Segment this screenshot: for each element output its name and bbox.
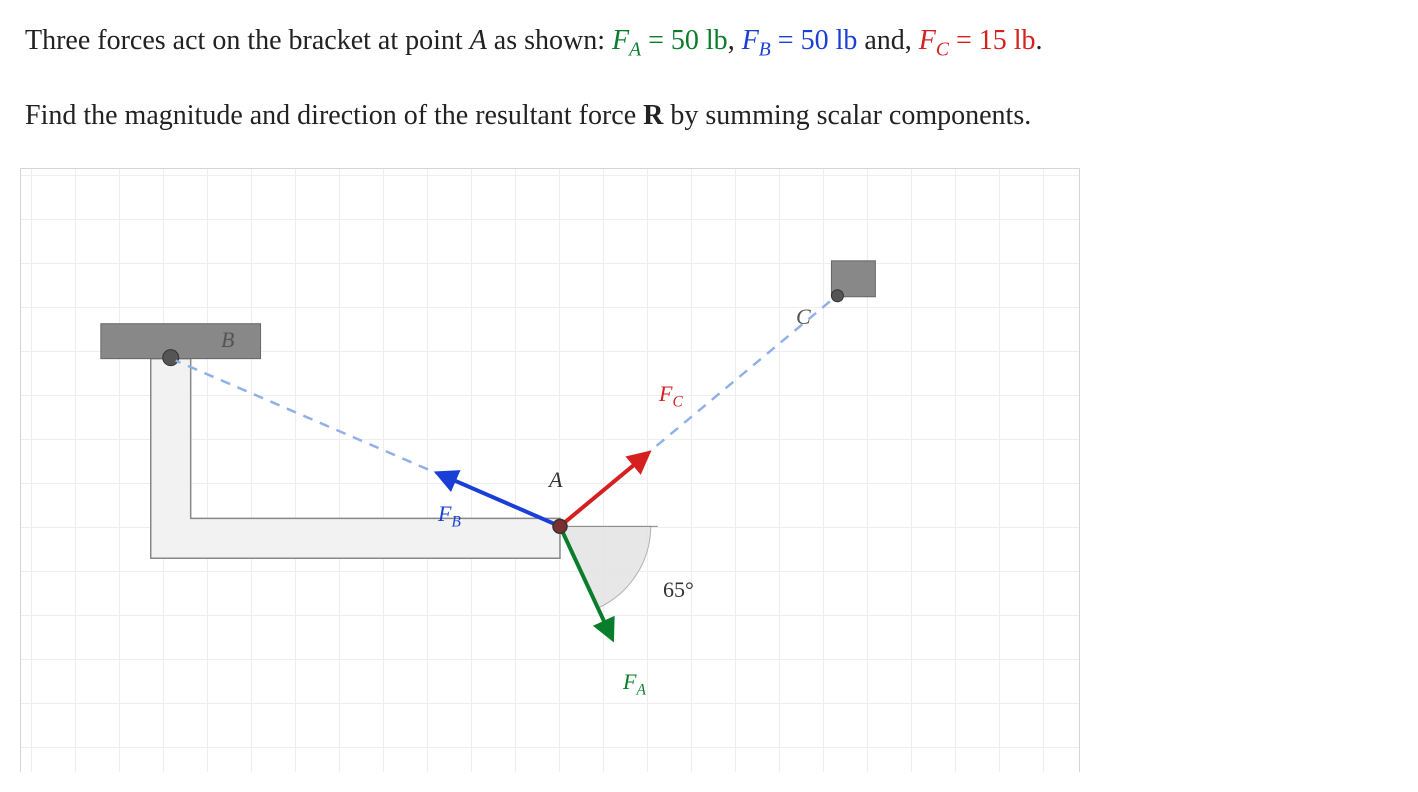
eq1: =: [641, 25, 671, 56]
line2-b: by summing scalar components.: [663, 100, 1031, 131]
problem-line-1: Three forces act on the bracket at point…: [25, 20, 1395, 65]
joint-A: [553, 519, 567, 533]
diagram: A B C FA FB FC 65°: [20, 168, 1080, 772]
FA-value: 50 lb: [671, 25, 728, 56]
label-FA: FA: [623, 669, 646, 699]
label-FB: FB: [438, 501, 461, 531]
angle-sector: [560, 526, 651, 608]
problem-line-2: Find the magnitude and direction of the …: [25, 95, 1395, 137]
text-as-shown: as shown:: [487, 25, 612, 56]
period: .: [1036, 25, 1043, 56]
problem-statement: Three forces act on the bracket at point…: [25, 20, 1395, 137]
FB-symbol: FB: [742, 25, 771, 56]
pin-C: [831, 290, 843, 302]
pin-B: [163, 350, 179, 366]
FC-symbol: FC: [919, 25, 949, 56]
comma1: ,: [728, 25, 742, 56]
and-text: and,: [857, 25, 918, 56]
label-A: A: [549, 467, 562, 493]
block-B: [101, 324, 261, 359]
text-prefix: Three forces act on the bracket at point: [25, 25, 470, 56]
eq3: =: [949, 25, 979, 56]
eq2: =: [771, 25, 801, 56]
FC-value: 15 lb: [979, 25, 1036, 56]
label-B: B: [221, 327, 234, 353]
vector-FC: [560, 453, 648, 526]
label-FC: FC: [659, 381, 683, 411]
point-A-symbol: A: [470, 25, 487, 56]
label-angle: 65°: [663, 577, 694, 603]
FA-symbol: FA: [612, 25, 641, 56]
R-symbol: R: [643, 100, 663, 131]
label-C: C: [796, 304, 811, 330]
FB-value: 50 lb: [801, 25, 858, 56]
line2-a: Find the magnitude and direction of the …: [25, 100, 643, 131]
bracket-shape: [151, 359, 560, 559]
